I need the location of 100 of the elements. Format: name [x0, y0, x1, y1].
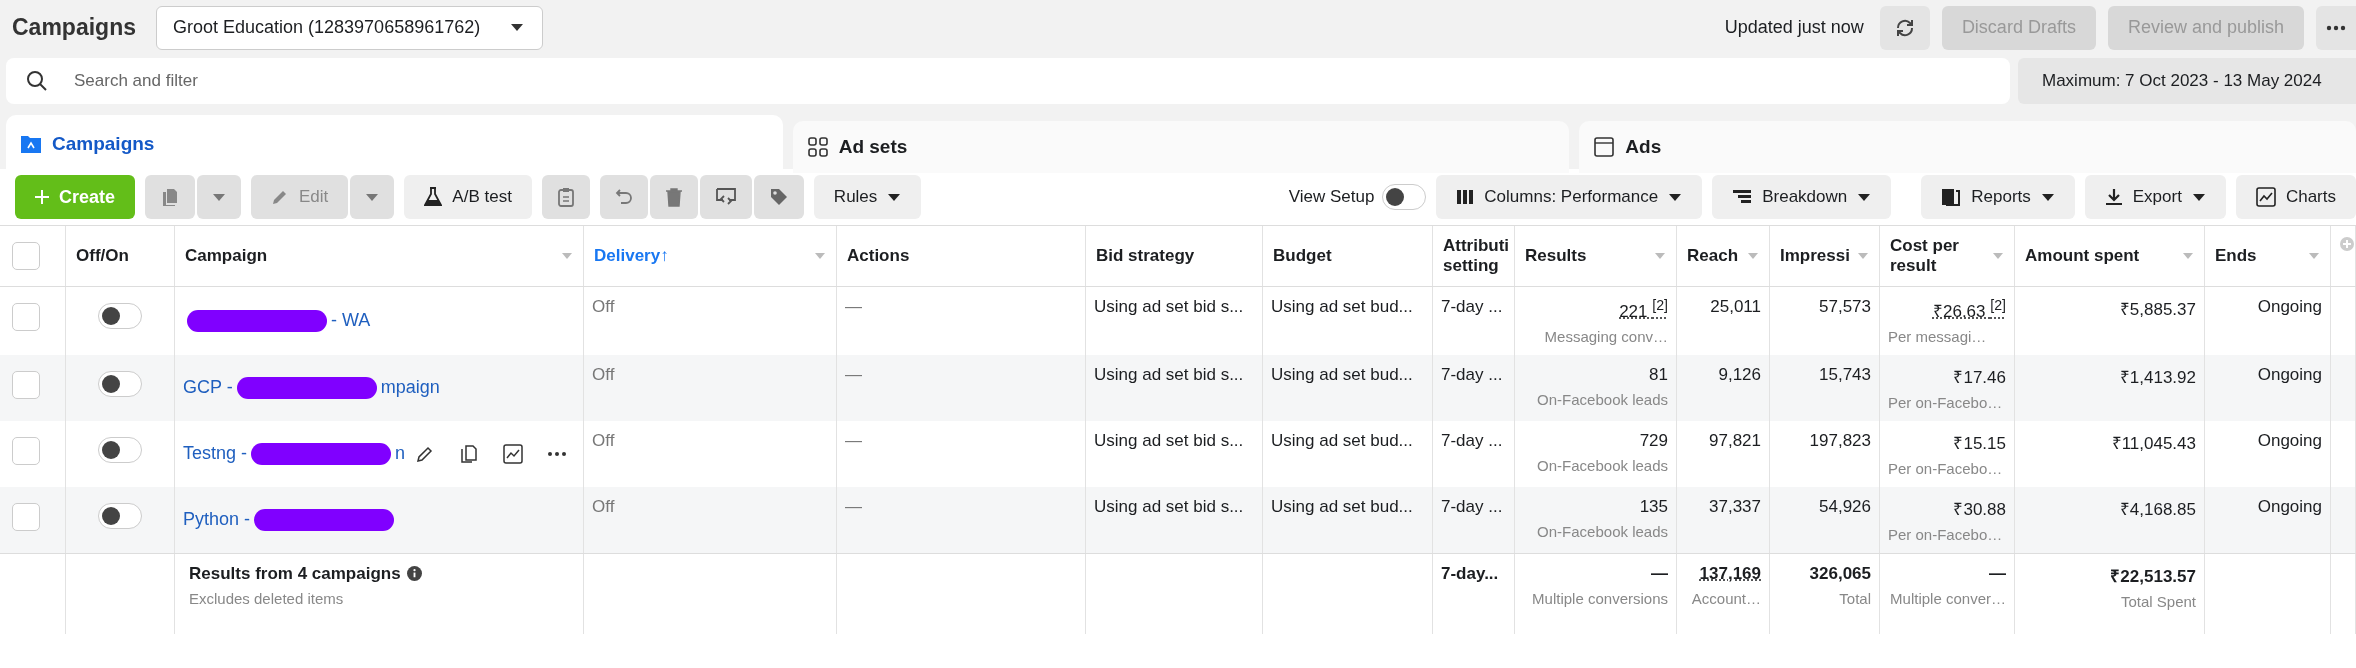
column-header[interactable]: Off/On — [66, 226, 175, 286]
column-header[interactable]: Attributi setting — [1433, 226, 1515, 286]
column-header[interactable]: Budget — [1263, 226, 1433, 286]
delivery-status: Off — [592, 297, 616, 317]
totals-label: Results from 4 campaigns — [189, 563, 401, 584]
table-cell-text: ₹1,413.92 — [2119, 366, 2196, 388]
swap-button[interactable] — [699, 175, 752, 219]
caret-icon — [1857, 192, 1872, 202]
more-icon[interactable] — [547, 450, 568, 457]
table-cell: 197,823 — [1809, 430, 1871, 451]
caret-icon — [1668, 192, 1683, 202]
campaign-switch[interactable] — [98, 502, 142, 529]
row-checkbox[interactable] — [12, 303, 40, 331]
view-setup-label: View Setup — [1288, 187, 1375, 207]
campaign-name-link[interactable]: mpaign — [380, 377, 440, 399]
ab-test-button[interactable]: A/B test — [404, 175, 532, 219]
search-field[interactable]: Search and filter — [6, 58, 2010, 104]
column-header[interactable]: Results — [1515, 226, 1677, 286]
campaign-switch[interactable] — [98, 303, 142, 329]
caret-icon — [365, 192, 380, 202]
undo-button[interactable] — [599, 175, 648, 219]
tag-button[interactable] — [753, 175, 804, 219]
totals-caption: Excludes deleted items — [189, 589, 345, 607]
caret-icon — [2040, 192, 2055, 202]
table-cell: 729 — [1639, 430, 1668, 451]
table-cell-text: ₹22,513.57 — [2110, 565, 2196, 587]
table-cell: 135 — [1639, 496, 1668, 517]
row-checkbox[interactable] — [12, 436, 40, 465]
row-checkbox[interactable] — [12, 502, 40, 531]
table-cell-text: Using ad set bud... — [1271, 297, 1414, 317]
column-header[interactable]: Bid strategy — [1086, 226, 1263, 286]
info-icon[interactable] — [406, 566, 422, 582]
table-cell: 37,337 — [1709, 496, 1761, 517]
caret-icon — [2191, 192, 2206, 202]
delivery-status: Off — [592, 430, 616, 451]
select-all-checkbox[interactable] — [12, 242, 40, 270]
delivery-status: Off — [592, 364, 616, 385]
campaign-name-link[interactable]: GCP - — [183, 377, 233, 399]
column-header[interactable]: Amount spent — [2015, 226, 2205, 286]
chart-icon — [2255, 187, 2276, 207]
search-icon — [26, 70, 48, 92]
table-cell-text: — — [845, 496, 863, 517]
reports-icon — [1941, 188, 1962, 206]
reports-dropdown[interactable]: Reports — [1921, 175, 2075, 219]
delete-button[interactable] — [649, 175, 698, 219]
refresh-button[interactable] — [1879, 5, 1930, 50]
view-setup-switch[interactable] — [1382, 184, 1427, 210]
column-header[interactable]: Delivery↑ — [584, 226, 837, 286]
window-icon — [1593, 136, 1616, 158]
table-cell: Ongoing — [2257, 297, 2322, 317]
rules-dropdown[interactable]: Rules — [813, 175, 922, 219]
column-header[interactable]: Ends — [2205, 226, 2331, 286]
grid-icon — [806, 136, 829, 158]
column-header[interactable]: Reach — [1677, 226, 1770, 286]
campaign-switch[interactable] — [98, 370, 142, 397]
campaign-name-link[interactable]: n — [395, 443, 406, 465]
cell-caption: Multiple conversions — [1532, 589, 1668, 607]
clipboard-icon — [556, 187, 575, 207]
campaign-name-link[interactable]: Python - — [183, 509, 251, 531]
table-cell-text: Using ad set bid s... — [1094, 364, 1245, 385]
column-header[interactable]: Actions — [837, 226, 1086, 286]
cell-caption: Account… — [1691, 589, 1761, 607]
table-cell: 137,169 — [1699, 563, 1761, 584]
table-cell: ₹26.63 $^{[2]}$ — [1933, 297, 2006, 322]
campaign-name-link[interactable]: Testng - — [183, 443, 248, 465]
table-cell-text: 7-day ... — [1441, 430, 1504, 451]
more-button[interactable] — [2316, 5, 2356, 50]
table-cell: Ongoing — [2257, 496, 2322, 517]
table-cell-text: 7-day ... — [1441, 297, 1504, 317]
cell-caption: On-Facebook leads — [1537, 456, 1668, 474]
date-range-dropdown[interactable]: Maximum: 7 Oct 2023 - 13 May 2024 — [2018, 58, 2356, 104]
duplicate-icon[interactable] — [459, 443, 480, 464]
columns-dropdown[interactable]: Columns: Performance — [1436, 175, 1703, 219]
account-dropdown[interactable]: Groot Education (1283970658961762) — [156, 5, 544, 50]
column-header[interactable]: Impressi — [1770, 226, 1880, 286]
tab[interactable]: Ad sets — [792, 121, 1570, 173]
cell-caption: Per on-Facebo… — [1888, 459, 2003, 477]
folder-icon — [20, 134, 42, 154]
export-dropdown[interactable]: Export — [2084, 175, 2226, 219]
table-cell: Ongoing — [2257, 430, 2322, 451]
breakdown-dropdown[interactable]: Breakdown — [1712, 175, 1892, 219]
flask-icon — [424, 187, 443, 207]
row-checkbox[interactable] — [12, 370, 40, 399]
charts-button[interactable]: Charts — [2235, 175, 2356, 219]
table-cell-text: ₹30.88 — [1953, 498, 2006, 520]
table-cell: 54,926 — [1819, 496, 1871, 517]
table-cell-text: — — [845, 430, 863, 451]
table-cell: 15,743 — [1819, 364, 1871, 385]
column-header[interactable]: Cost per result — [1880, 226, 2015, 286]
breakdown-icon — [1732, 189, 1753, 205]
tab[interactable]: Ads — [1579, 121, 2356, 173]
chart-icon[interactable] — [503, 443, 524, 464]
table-cell: 221 $^{[2]}$ — [1619, 297, 1668, 322]
undo-icon — [614, 188, 633, 206]
campaign-name-link[interactable]: - WA — [331, 310, 371, 332]
column-header[interactable]: Campaign — [175, 226, 584, 286]
download-icon — [2104, 188, 2123, 206]
plus-icon — [35, 190, 49, 204]
campaign-switch[interactable] — [98, 436, 142, 463]
table-cell-text: ₹15.15 — [1953, 432, 2006, 454]
